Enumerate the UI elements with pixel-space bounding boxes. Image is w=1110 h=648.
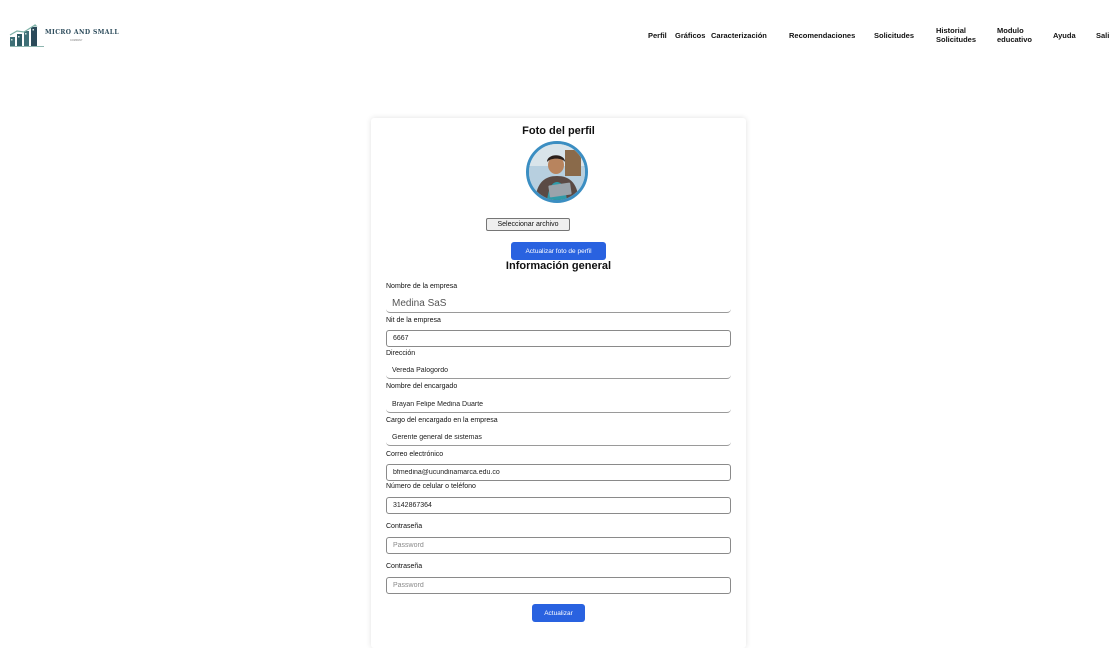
phone-label: Número de celular o teléfono xyxy=(386,483,476,490)
nit-input[interactable] xyxy=(386,330,731,347)
address-label: Dirección xyxy=(386,350,416,357)
company-name-input[interactable] xyxy=(386,294,731,313)
nav-historial-line1: Historial xyxy=(936,26,967,35)
top-navbar: MICRO AND SMALL COMPANY Perfil Gráficos … xyxy=(0,0,1110,60)
nav-salir[interactable]: Sali xyxy=(1096,31,1109,40)
address-input[interactable] xyxy=(386,362,731,379)
brand-logo[interactable]: MICRO AND SMALL COMPANY xyxy=(8,24,120,48)
password-input[interactable] xyxy=(386,537,731,554)
password-confirm-input[interactable] xyxy=(386,577,731,594)
nav-graficos[interactable]: Gráficos xyxy=(675,31,705,40)
brand-underline xyxy=(10,46,44,47)
nav-modulo-line2: educativo xyxy=(997,35,1033,44)
general-section-title: Información general xyxy=(505,260,612,272)
nav-solicitudes[interactable]: Solicitudes xyxy=(874,31,914,40)
update-photo-button[interactable]: Actualizar foto de perfil xyxy=(511,242,606,260)
company-name-label: Nombre de la empresa xyxy=(386,283,458,290)
nav-caracterizacion[interactable]: Caracterización xyxy=(711,31,767,40)
manager-name-label: Nombre del encargado xyxy=(386,383,458,390)
nav-perfil[interactable]: Perfil xyxy=(648,31,667,40)
update-button[interactable]: Actualizar xyxy=(532,604,585,622)
email-label: Correo electrónico xyxy=(386,451,444,458)
manager-name-input[interactable] xyxy=(386,396,731,413)
nav-historial-line2: Solicitudes xyxy=(936,35,977,44)
password-label: Contraseña xyxy=(386,523,423,530)
brand-title: MICRO AND SMALL xyxy=(45,29,120,36)
avatar-person-image xyxy=(529,144,585,200)
nav-modulo-educativo[interactable]: Modulo educativo xyxy=(997,26,1032,44)
select-file-button[interactable]: Seleccionar archivo xyxy=(486,218,570,231)
nav-modulo-line1: Modulo xyxy=(997,26,1024,35)
password-confirm-label: Contraseña xyxy=(386,563,423,570)
photo-section-title: Foto del perfil xyxy=(522,125,595,137)
profile-card: Foto del perfil Seleccionar archivo Actu… xyxy=(371,118,746,648)
nav-ayuda[interactable]: Ayuda xyxy=(1053,31,1076,40)
bar-chart-buildings-icon xyxy=(9,24,38,46)
brand-subtitle: COMPANY xyxy=(70,39,83,42)
email-input[interactable] xyxy=(386,464,731,481)
nit-label: Nit de la empresa xyxy=(386,317,441,324)
manager-role-label: Cargo del encargado en la empresa xyxy=(386,417,498,424)
nav-recomendaciones[interactable]: Recomendaciones xyxy=(789,31,855,40)
manager-role-input[interactable] xyxy=(386,429,731,446)
nav-historial-solicitudes[interactable]: Historial Solicitudes xyxy=(936,26,976,44)
profile-avatar xyxy=(526,141,588,203)
phone-input[interactable] xyxy=(386,497,731,514)
